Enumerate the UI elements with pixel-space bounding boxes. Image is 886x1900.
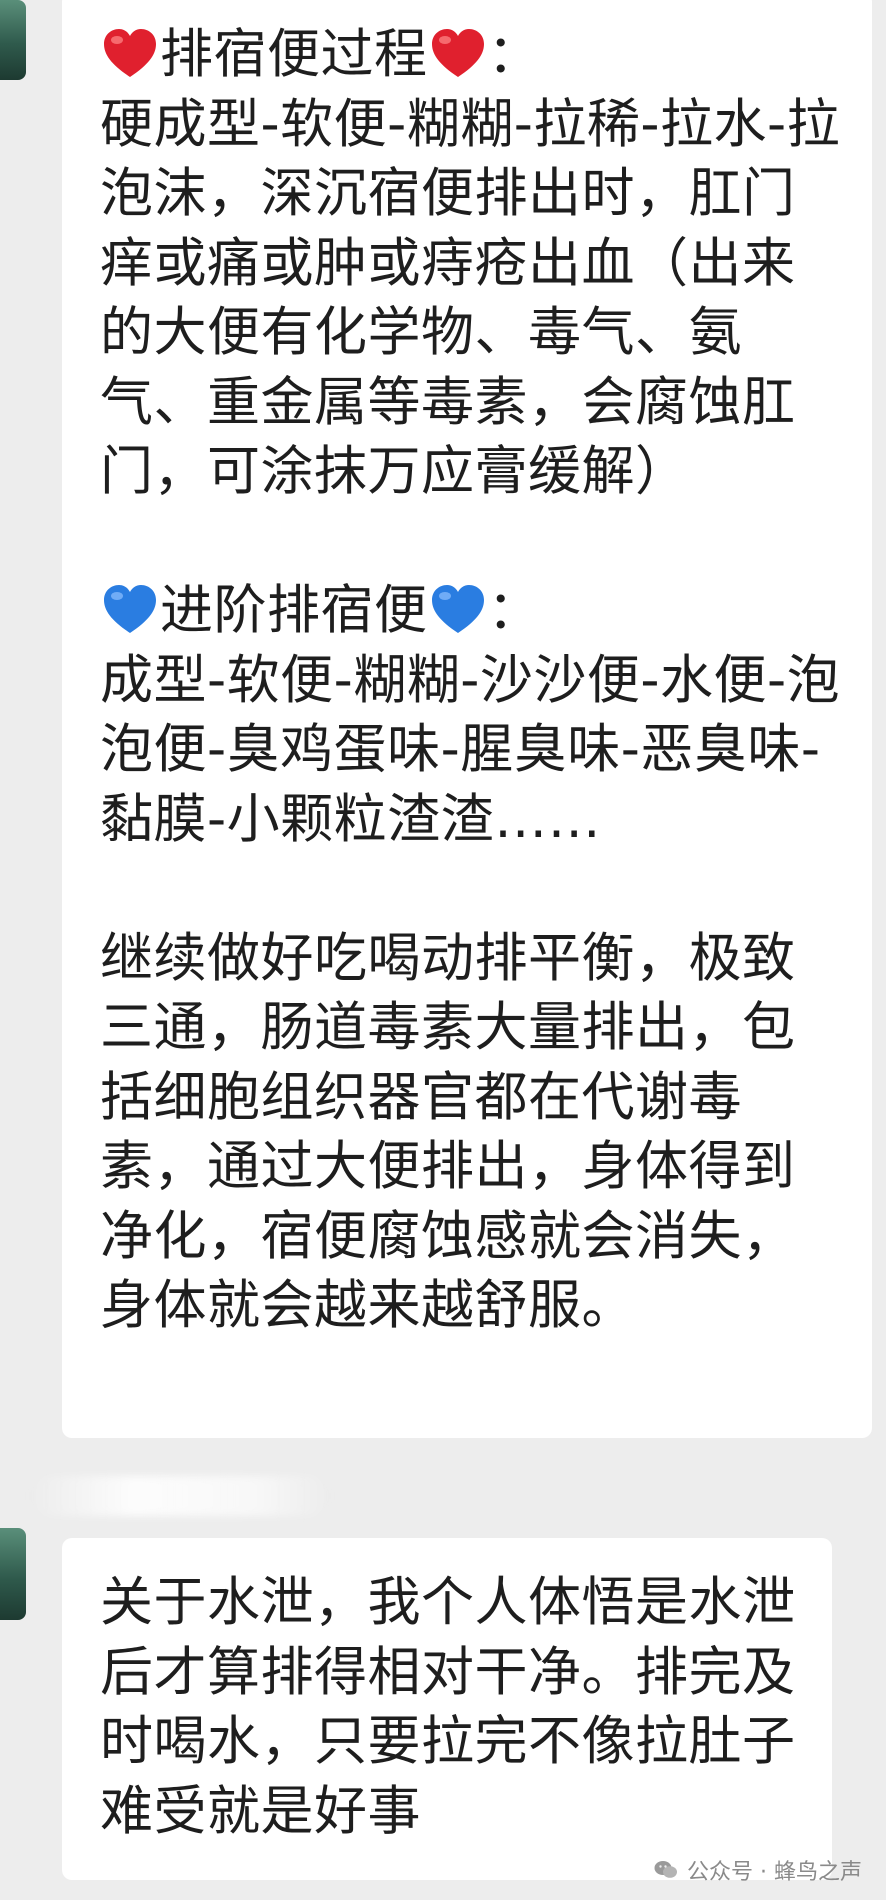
section-heading-text: 排宿便过程 [160, 24, 428, 85]
blue-heart-icon [428, 581, 488, 641]
message-text: 关于水泄，我个人体悟是水泄后才算排得相对干净。排完及时喝水，只要拉完不像拉肚子难… [100, 1572, 796, 1842]
watermark-text: 公众号 · 蜂鸟之声 [687, 1860, 862, 1885]
section-body: 硬成型-软便-糊糊-拉稀-拉水-拉泡沫，深沉宿便排出时，肛门痒或痛或肿或痔疮出血… [100, 93, 841, 503]
sender-name-redacted [30, 1476, 330, 1516]
section-body: 成型-软便-糊糊-沙沙便-水便-泡泡便-臭鸡蛋味-腥臭味-恶臭味-黏膜-小颗粒渣… [100, 649, 841, 850]
message-bubble[interactable]: 排宿便过程 ： 硬成型-软便-糊糊-拉稀-拉水-拉泡沫，深沉宿便排出时，肛门痒或… [62, 0, 872, 1438]
heading-colon: ： [487, 580, 541, 641]
message-bubble[interactable]: 关于水泄，我个人体悟是水泄后才算排得相对干净。排完及时喝水，只要拉完不像拉肚子难… [62, 1538, 832, 1880]
red-heart-icon [100, 25, 160, 85]
wechat-icon [653, 1857, 679, 1883]
section-heading: 进阶排宿便 ： [100, 576, 842, 646]
blue-heart-icon [100, 581, 160, 641]
sender-avatar[interactable] [0, 1528, 26, 1620]
watermark: 公众号 · 蜂鸟之声 [653, 1854, 862, 1886]
section-heading-text: 进阶排宿便 [160, 580, 428, 641]
red-heart-icon [428, 25, 488, 85]
heading-colon: ： [487, 24, 541, 85]
sender-avatar[interactable] [0, 0, 26, 80]
section-heading: 排宿便过程 ： [100, 20, 842, 90]
section-body: 继续做好吃喝动排平衡，极致三通，肠道毒素大量排出，包括细胞组织器官都在代谢毒素，… [100, 927, 796, 1337]
